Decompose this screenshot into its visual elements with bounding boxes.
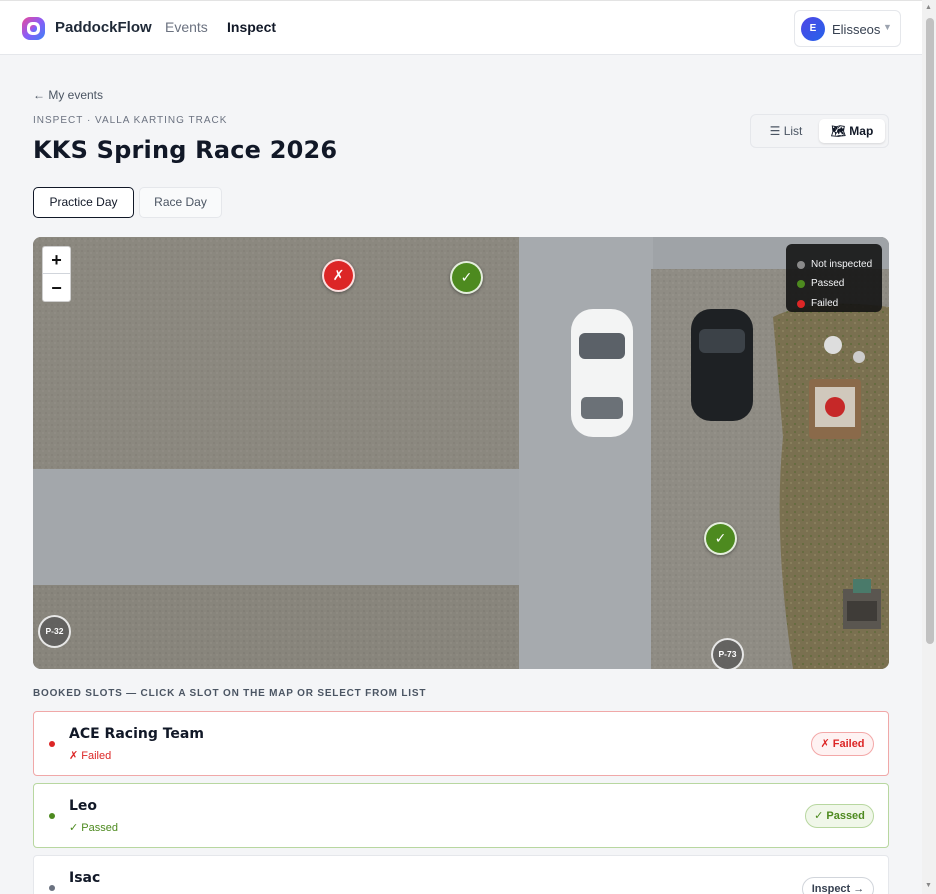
tab-race-day[interactable]: Race Day (139, 187, 222, 218)
legend-dot-not-inspected (797, 261, 805, 269)
slot-status: ✗ Failed (69, 750, 112, 762)
map-slot-p-73[interactable]: P-73 (711, 638, 744, 669)
slot-status: ✓ Passed (69, 822, 118, 834)
slot-card-isac[interactable]: Isac Inspect → (33, 855, 889, 894)
map-marker-failed[interactable]: ✗ (322, 259, 355, 292)
user-name: Elisseos (832, 22, 881, 37)
slot-name: Leo (69, 798, 98, 814)
map-legend: Not inspected Passed Failed (786, 244, 882, 312)
page-title: KKS Spring Race 2026 (33, 136, 338, 164)
paddock-map[interactable]: + − Not inspected Passed Failed ✗ ✓ ✓ P-… (33, 237, 889, 669)
avatar: E (801, 17, 825, 41)
nav-link-events[interactable]: Events (165, 19, 208, 35)
zoom-controls: + − (42, 246, 71, 302)
map-view-button[interactable]: 🗺 Map (819, 119, 885, 143)
aerial-map-image (33, 237, 889, 669)
status-badge: ✓ Passed (805, 804, 874, 828)
slot-name: Isac (69, 870, 101, 886)
status-dot (49, 741, 55, 747)
tab-practice-day[interactable]: Practice Day (33, 187, 134, 218)
top-navbar: PaddockFlow Events Inspect E Elisseos ▼ (0, 0, 922, 55)
status-dot (49, 813, 55, 819)
legend-label: Passed (811, 278, 845, 289)
view-toggle: ☰ List 🗺 Map (750, 114, 889, 148)
status-badge: ✗ Failed (811, 732, 874, 756)
legend-label: Not inspected (811, 259, 873, 270)
legend-label: Failed (811, 298, 839, 309)
map-marker-passed[interactable]: ✓ (450, 261, 483, 294)
nav-link-inspect[interactable]: Inspect (227, 19, 276, 35)
inspect-button[interactable]: Inspect → (802, 877, 874, 894)
map-marker-passed[interactable]: ✓ (704, 522, 737, 555)
status-dot (49, 885, 55, 891)
slot-name: ACE Racing Team (69, 726, 204, 742)
slot-card-ace-racing-team[interactable]: ACE Racing Team ✗ Failed ✗ Failed (33, 711, 889, 776)
scroll-down-arrow-icon[interactable]: ▼ (925, 882, 932, 889)
chevron-down-icon: ▼ (883, 22, 892, 32)
zoom-out-button[interactable]: − (43, 275, 70, 302)
zoom-in-button[interactable]: + (43, 247, 70, 274)
paddockflow-logo-icon[interactable] (21, 16, 46, 41)
scroll-up-arrow-icon[interactable]: ▲ (925, 4, 932, 11)
booked-slots-heading: BOOKED SLOTS — CLICK A SLOT ON THE MAP O… (33, 688, 427, 699)
slot-card-leo[interactable]: Leo ✓ Passed ✓ Passed (33, 783, 889, 848)
user-menu-button[interactable]: E Elisseos ▼ (794, 10, 901, 47)
brand-name[interactable]: PaddockFlow (55, 19, 152, 36)
back-to-my-events-link[interactable]: ← My events (33, 88, 103, 102)
list-view-button[interactable]: ☰ List (755, 119, 817, 143)
map-slot-p-32[interactable]: P-32 (38, 615, 71, 648)
legend-dot-failed (797, 300, 805, 308)
page-kicker: INSPECT · VALLA KARTING TRACK (33, 115, 228, 126)
scrollbar-thumb[interactable] (926, 18, 934, 644)
legend-dot-passed (797, 280, 805, 288)
